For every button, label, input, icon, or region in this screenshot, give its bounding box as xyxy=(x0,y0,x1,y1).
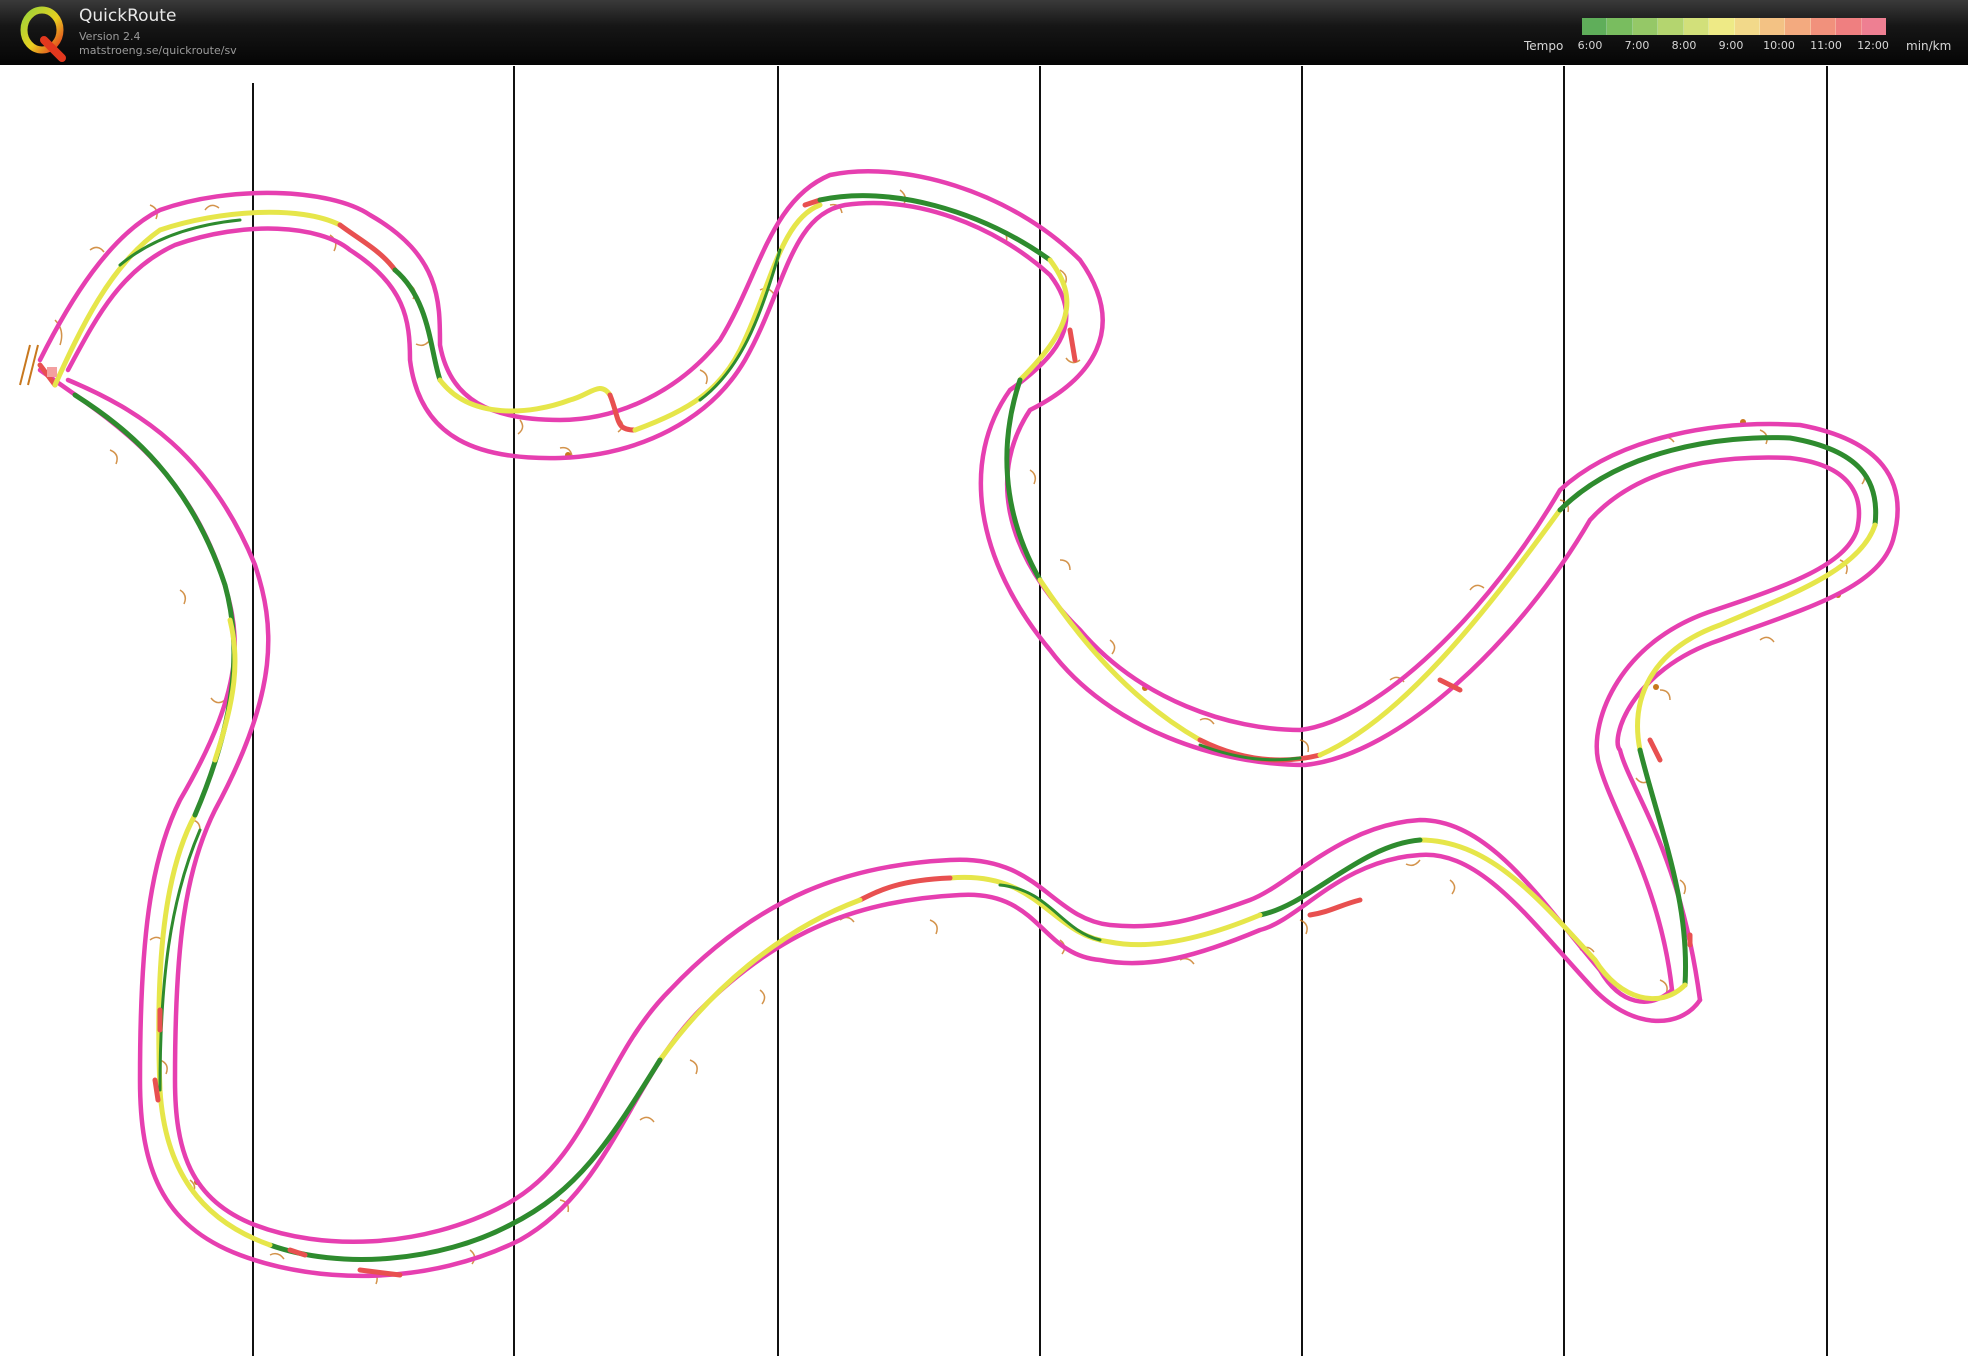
legend-tick: 9:00 xyxy=(1718,39,1744,52)
legend-tick: 8:00 xyxy=(1671,39,1697,52)
header-bar: QuickRoute Version 2.4 matstroeng.se/qui… xyxy=(0,0,1968,65)
feature-dot xyxy=(1653,684,1659,690)
terrain-features xyxy=(54,189,1866,1285)
route-segment-medium xyxy=(632,202,823,433)
legend-tick: 6:00 xyxy=(1577,39,1603,52)
pace-color-scale xyxy=(1582,18,1887,35)
route-segment-fast xyxy=(1557,435,1879,528)
legend-tick: 12:00 xyxy=(1857,39,1889,52)
legend-color-cell xyxy=(1836,18,1862,35)
route-segment-fast xyxy=(72,392,237,818)
legend-unit: min/km xyxy=(1906,39,1952,53)
start-triangle-icon xyxy=(19,344,39,386)
route-segment-fast xyxy=(1637,747,1689,988)
north-grid-lines xyxy=(252,66,1828,1356)
legend-color-cell xyxy=(1658,18,1684,35)
route-segment-fast xyxy=(698,248,782,402)
legend-color-cell xyxy=(1785,18,1811,35)
route-segment-medium xyxy=(657,897,863,1063)
route-segment-medium xyxy=(1635,522,1878,753)
app-url[interactable]: matstroeng.se/quickroute/sv xyxy=(79,44,237,57)
legend-tick: 11:00 xyxy=(1810,39,1842,52)
legend-color-cell xyxy=(1582,18,1608,35)
legend-color-cell xyxy=(1607,18,1633,35)
gps-route xyxy=(37,193,1879,1278)
route-segment-slow xyxy=(1067,327,1078,363)
route-segment-medium xyxy=(1037,577,1203,743)
legend-color-cell xyxy=(1683,18,1710,35)
legend-color-cell xyxy=(1810,18,1837,35)
course-corridor-inner xyxy=(65,200,1862,993)
route-segment-medium xyxy=(212,617,238,763)
course-corridor-inner-b xyxy=(65,377,1675,1245)
legend-tick: 7:00 xyxy=(1624,39,1650,52)
course-corridor-outer-b xyxy=(37,367,1703,1279)
quickroute-logo-icon xyxy=(20,6,66,62)
legend-color-cell xyxy=(1861,18,1887,35)
app-title: QuickRoute xyxy=(79,6,177,26)
legend-color-cell xyxy=(1709,18,1735,35)
legend-tick: 10:00 xyxy=(1763,39,1795,52)
legend-ticks: 6:00 7:00 8:00 9:00 10:00 11:00 12:00 xyxy=(1578,39,1889,53)
legend-color-cell xyxy=(1734,18,1760,35)
app-version: Version 2.4 xyxy=(79,30,141,43)
legend-color-cell xyxy=(1632,18,1659,35)
start-point xyxy=(47,367,57,377)
orienteering-map xyxy=(19,66,1900,1356)
route-segment-slow xyxy=(1307,897,1363,918)
legend-color-cell xyxy=(1759,18,1786,35)
legend-title: Tempo xyxy=(1524,39,1564,53)
route-segment-slow xyxy=(607,392,638,433)
